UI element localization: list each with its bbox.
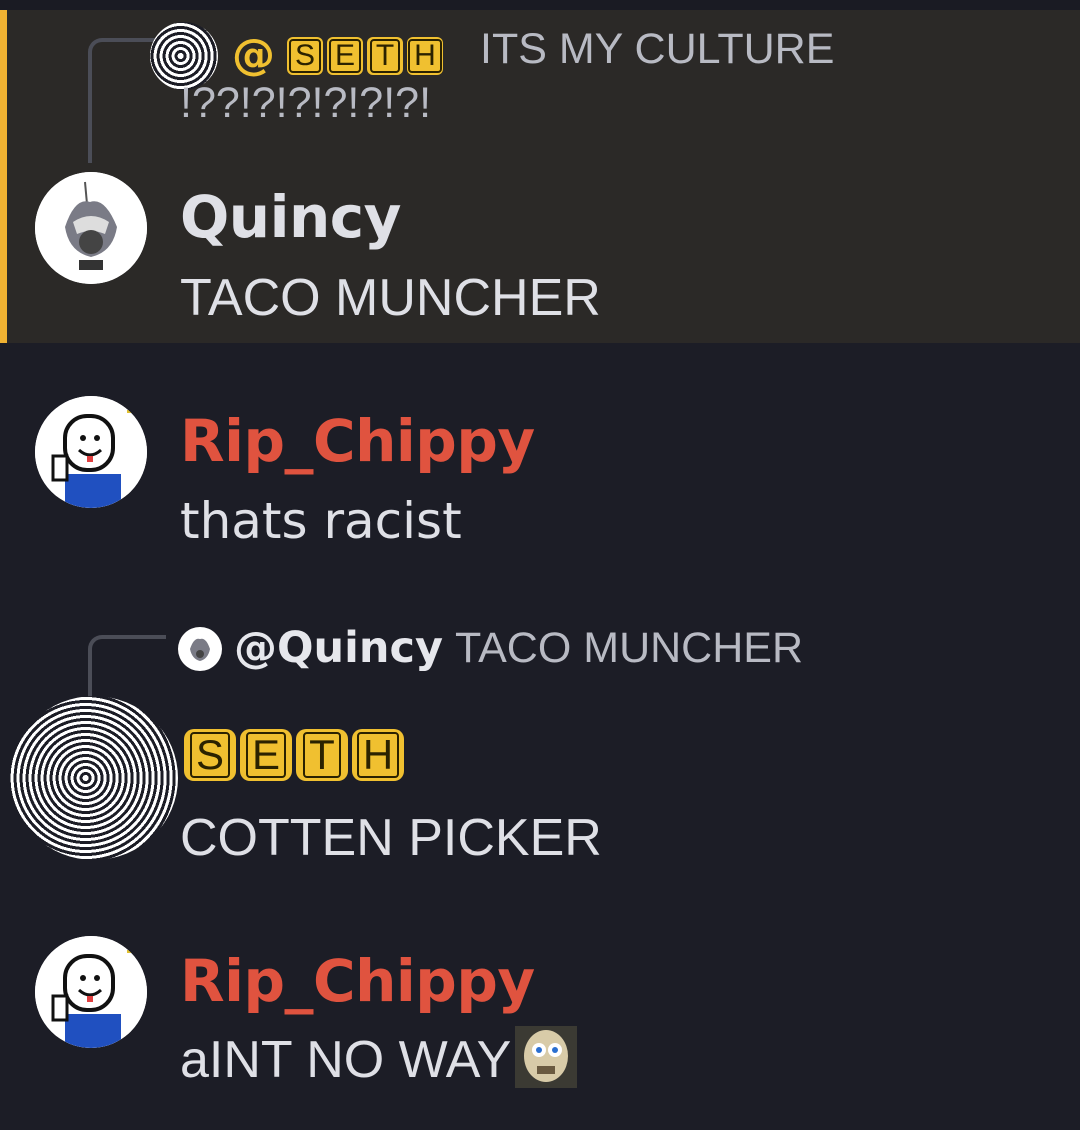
reply-mention[interactable]: @Quincy	[234, 624, 443, 672]
rip-chippy-avatar-icon	[35, 936, 147, 1048]
skull-emoji-icon	[515, 1026, 578, 1089]
quincy-avatar-icon	[35, 172, 147, 284]
author-name[interactable]: Rip_Chippy	[180, 409, 535, 474]
tag-letter: E	[240, 729, 292, 781]
message-content: TACO MUNCHER	[180, 269, 601, 327]
rip-chippy-avatar-icon	[35, 396, 147, 508]
highlight-accent-bar	[0, 10, 7, 343]
quincy-mini-avatar-icon	[178, 626, 222, 671]
author-name[interactable]: Rip_Chippy	[180, 949, 535, 1014]
tag-letter: H	[352, 729, 404, 781]
reply-spine	[88, 635, 166, 705]
reply-preview[interactable]: @Quincy TACO MUNCHER	[178, 624, 804, 672]
message-content: aINT NO WAY	[180, 1026, 578, 1089]
tag-letter: T	[296, 729, 348, 781]
seth-tag: S E T H	[184, 729, 404, 781]
top-bar	[0, 0, 1080, 10]
message-content: thats racist	[180, 492, 462, 550]
rip-chippy-avatar[interactable]	[35, 936, 147, 1048]
message-content: COTTEN PICKER	[180, 809, 602, 867]
scribbled-avatar-icon[interactable]	[10, 696, 178, 860]
reply-text: ITS MY CULTURE !??!?!?!?!?!?!	[180, 25, 835, 127]
author-name[interactable]: Quincy	[180, 185, 401, 250]
tag-letter: S	[184, 729, 236, 781]
quincy-avatar[interactable]	[35, 172, 147, 284]
reply-text: TACO MUNCHER	[455, 624, 804, 672]
author-tag[interactable]: S E T H	[184, 729, 404, 781]
rip-chippy-avatar[interactable]	[35, 396, 147, 508]
message-text: aINT NO WAY	[180, 1031, 512, 1089]
